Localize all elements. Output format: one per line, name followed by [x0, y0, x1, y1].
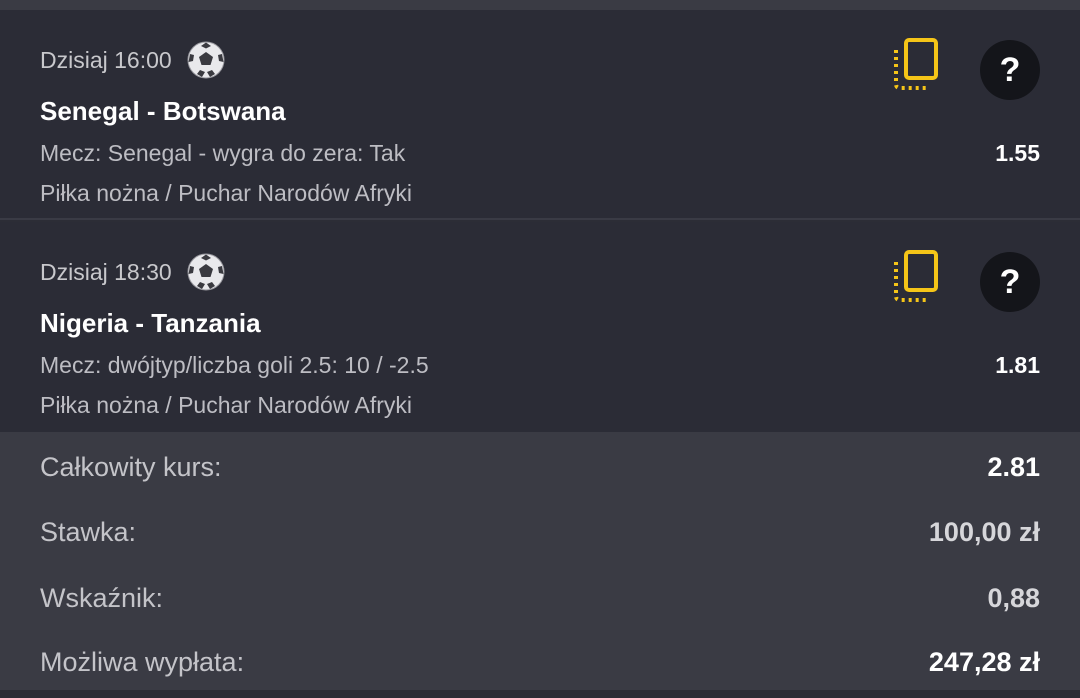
bet-time: Dzisiaj 16:00 [40, 40, 226, 80]
question-mark-icon: ? [999, 262, 1021, 301]
bet-time-label: Dzisiaj 18:30 [40, 258, 172, 285]
bet-summary: Całkowity kurs: 2.81 Stawka: 100,00 zł W… [0, 432, 1080, 690]
help-button[interactable]: ? [980, 252, 1040, 312]
copy-icon[interactable] [892, 248, 942, 304]
payout-label: Możliwa wypłata: [40, 647, 245, 677]
help-button[interactable]: ? [980, 40, 1040, 100]
match-title: Nigeria - Tanzania [40, 308, 261, 338]
bet-market: Mecz: dwójtyp/liczba goli 2.5: 10 / -2.5 [40, 352, 429, 378]
match-title: Senegal - Botswana [40, 96, 286, 126]
bottom-bar [0, 690, 1080, 698]
indicator-label: Wskaźnik: [40, 583, 164, 613]
copy-icon[interactable] [892, 36, 942, 92]
stake-value: 100,00 zł [928, 517, 1040, 547]
bet-item[interactable]: Dzisiaj 16:00 Senegal - Botswana Mecz: S… [0, 10, 1080, 220]
stake-label: Stawka: [40, 517, 137, 547]
bet-league: Piłka nożna / Puchar Narodów Afryki [40, 392, 413, 418]
payout-value: 247,28 zł [928, 647, 1040, 677]
total-odds-value: 2.81 [987, 452, 1040, 482]
soccer-ball-icon [187, 41, 225, 79]
bet-league: Piłka nożna / Puchar Narodów Afryki [40, 180, 413, 206]
bet-time-label: Dzisiaj 16:00 [40, 46, 172, 73]
bet-market: Mecz: Senegal - wygra do zera: Tak [40, 140, 406, 166]
bet-odds: 1.81 [995, 352, 1040, 378]
bet-odds: 1.55 [995, 140, 1040, 166]
soccer-ball-icon [187, 253, 225, 291]
indicator-value: 0,88 [987, 583, 1040, 613]
bet-time: Dzisiaj 18:30 [40, 252, 226, 292]
question-mark-icon: ? [999, 50, 1021, 89]
top-bar [0, 0, 1080, 10]
total-odds-label: Całkowity kurs: [40, 452, 222, 482]
bet-item[interactable]: Dzisiaj 18:30 Nigeria - Tanzania Mecz: d… [0, 222, 1080, 432]
